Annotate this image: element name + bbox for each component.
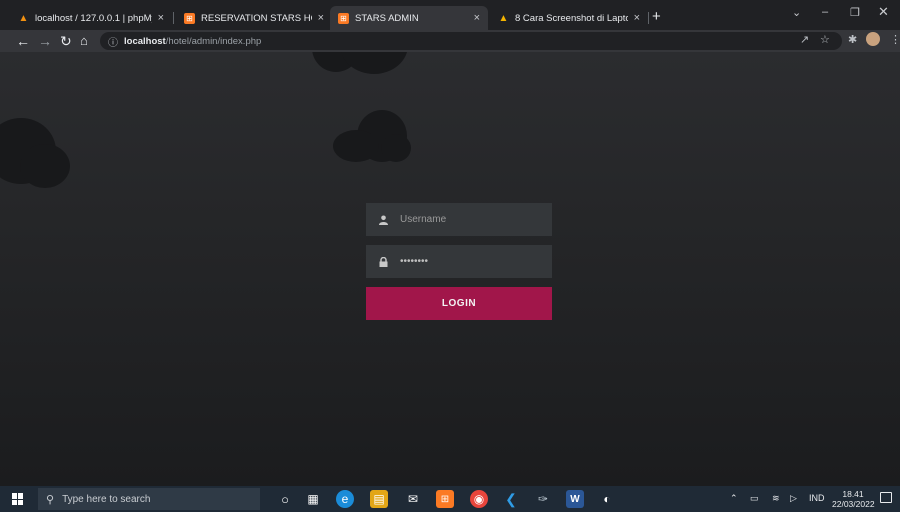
task-view-icon[interactable]: ▦ [304,490,322,508]
site-icon: ▲ [498,12,509,24]
bookmark-star-icon[interactable]: ☆ [820,33,830,46]
reload-icon[interactable]: ↻ [60,32,72,50]
close-icon[interactable]: × [474,12,480,24]
tab-title: localhost / 127.0.0.1 | phpMyAdmin [35,12,152,24]
notification-icon[interactable] [880,492,892,503]
tab-phpmyadmin[interactable]: ▲ localhost / 127.0.0.1 | phpMyAdmin × [10,6,172,30]
search-placeholder: Type here to search [62,493,151,505]
menu-kebab-icon[interactable]: ⋮ [890,33,900,46]
windows-taskbar: ⚲ Type here to search ○ ▦ e ▤ ✉ ⊞ ◉ ❮ ✑ … [0,486,900,512]
url-path: /hotel/admin/index.php [165,35,262,47]
tab-title: RESERVATION STARS HOTEL [201,12,312,24]
volume-icon[interactable]: ▷ [790,493,797,504]
lock-icon [366,256,400,267]
user-icon [366,215,400,225]
site-info-icon[interactable]: ⓘ [108,34,118,49]
url-host: localhost [124,35,166,47]
tab-search-icon[interactable]: ⌄ [792,6,801,19]
back-arrow-icon[interactable]: ← [16,32,30,50]
share-icon[interactable]: ↗ [800,33,809,46]
tab-stars-admin[interactable]: ⊞ STARS ADMIN × [330,6,488,30]
cloud-decoration [20,144,70,188]
login-button[interactable]: LOGIN [366,287,552,320]
vscode-icon[interactable]: ❮ [502,490,520,508]
password-field [366,245,552,278]
close-icon[interactable]: × [634,12,640,24]
photos-icon[interactable]: ◐ [598,490,616,508]
clock-time: 18.41 [842,489,864,499]
chevron-up-icon[interactable]: ⌃ [730,493,738,504]
tab-title: 8 Cara Screenshot di Laptop Windows [515,12,628,24]
close-icon[interactable]: × [318,12,324,24]
mail-icon[interactable]: ✉ [404,490,422,508]
search-icon: ⚲ [46,493,55,506]
tab-divider [173,12,174,24]
new-tab-button[interactable]: + [652,8,661,25]
wifi-icon[interactable]: ≋ [772,493,780,504]
profile-avatar[interactable] [866,32,880,46]
tab-divider [648,12,649,24]
close-icon[interactable]: × [158,12,164,24]
clock-date: 22/03/2022 [832,499,875,509]
tab-screenshot-article[interactable]: ▲ 8 Cara Screenshot di Laptop Windows × [490,6,648,30]
system-clock[interactable]: 18.41 22/03/2022 [832,489,875,509]
cloud-decoration [340,52,408,74]
paint-icon[interactable]: ✑ [534,490,552,508]
login-page: LOGIN [0,52,900,486]
xampp-icon: ⊞ [338,12,349,24]
windows-start-icon[interactable] [12,493,24,505]
extensions-icon[interactable]: ✱ [848,33,857,46]
password-input[interactable] [400,256,540,267]
tab-reservation[interactable]: ⊞ RESERVATION STARS HOTEL × [176,6,332,30]
cloud-decoration [381,134,411,162]
word-icon[interactable]: W [566,490,584,508]
tab-title: STARS ADMIN [355,12,419,24]
forward-arrow-icon[interactable]: → [38,32,52,50]
language-indicator[interactable]: IND [809,493,825,503]
username-input[interactable] [400,214,540,225]
edge-icon[interactable]: e [336,490,354,508]
taskbar-search-box[interactable]: ⚲ Type here to search [38,488,260,510]
home-icon[interactable]: ⌂ [80,32,88,50]
address-bar[interactable]: ⓘ localhost/hotel/admin/index.php [100,32,842,50]
chrome-icon[interactable]: ◉ [470,490,488,508]
battery-icon[interactable]: ▭ [750,493,759,504]
minimize-icon[interactable]: – [822,6,828,18]
cortana-icon[interactable]: ○ [276,490,294,508]
browser-tab-strip: ▲ localhost / 127.0.0.1 | phpMyAdmin × ⊞… [0,0,900,30]
browser-toolbar: ← → ↻ ⌂ ⓘ localhost/hotel/admin/index.ph… [0,30,900,52]
xampp-icon[interactable]: ⊞ [436,490,454,508]
xampp-icon: ⊞ [184,12,195,24]
close-window-icon[interactable]: ✕ [878,4,889,20]
login-form: LOGIN [366,203,552,320]
phpmyadmin-icon: ▲ [18,12,29,24]
cloud-decoration [333,130,379,162]
username-field [366,203,552,236]
restore-icon[interactable]: ❐ [850,6,860,19]
file-explorer-icon[interactable]: ▤ [370,490,388,508]
